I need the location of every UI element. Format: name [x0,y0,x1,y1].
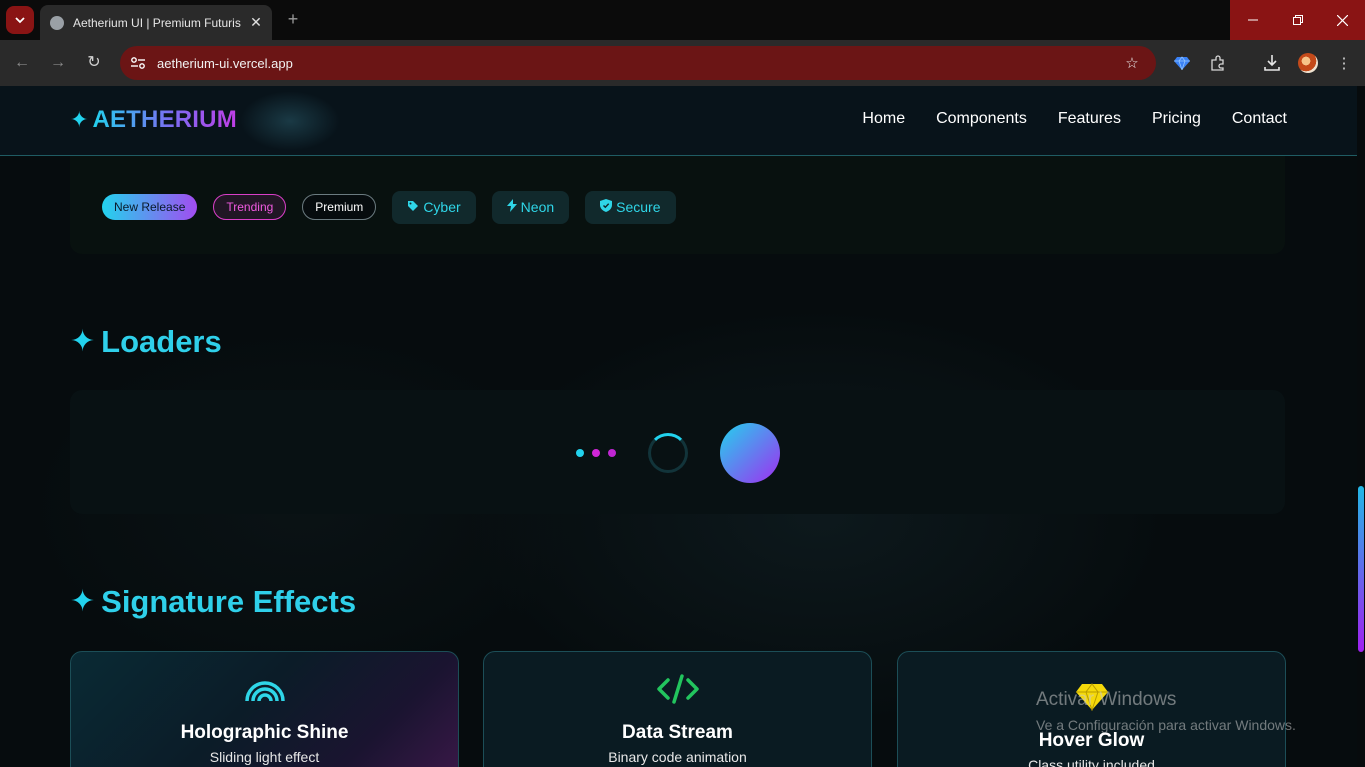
loader-dot [608,449,616,457]
loader-dot [592,449,600,457]
chip-cyber-label: Cyber [423,199,461,215]
spinner-loader [648,433,688,473]
card-title: Hover Glow [1038,730,1145,751]
tab-title: Aetherium UI | Premium Futuris [73,15,241,30]
badge-row: New Release Trending Premium Cyber Neon … [102,190,692,224]
download-icon[interactable] [1261,52,1283,74]
sparkle-icon: ✦ [70,585,96,618]
address-bar[interactable]: aetherium-ui.vercel.app ☆ [120,46,1156,80]
card-subtitle: Sliding light effect [209,749,320,765]
badge-new-release: New Release [102,194,198,220]
site-logo[interactable]: ✦ AETHERIUM [70,106,237,134]
extensions-icon[interactable] [1207,52,1229,74]
badge-premium: Premium [302,194,377,220]
bookmark-star-icon[interactable]: ☆ [1122,54,1142,72]
new-tab-icon[interactable]: + [283,9,303,29]
chip-secure: Secure [585,190,676,224]
chip-secure-label: Secure [616,199,661,215]
chip-neon-label: Neon [520,199,555,215]
profile-avatar[interactable] [1298,53,1318,73]
browser-tab-strip: Aetherium UI | Premium Futuris ✕ + [0,0,1365,40]
badge-trending: Trending [213,194,287,220]
nav-features[interactable]: Features [1058,110,1121,128]
shield-icon [600,199,613,215]
card-subtitle: Class utility included [1028,757,1155,767]
watermark-title: Activar Windows [1036,689,1177,710]
active-tab[interactable]: Aetherium UI | Premium Futuris ✕ [40,5,272,40]
web-page: ✦ AETHERIUM Home Components Features Pri… [0,86,1365,767]
globe-favicon-icon [50,15,64,30]
tab-search-button[interactable] [6,6,34,34]
card-data-stream[interactable]: Data Stream Binary code animation [483,651,872,767]
loaders-title: Loaders [101,324,222,359]
chip-neon: Neon [491,190,570,224]
site-navbar: ✦ AETHERIUM Home Components Features Pri… [0,86,1357,156]
back-icon[interactable]: ← [11,52,33,74]
chip-cyber: Cyber [392,190,476,224]
browser-toolbar: ← → ↻ aetherium-ui.vercel.app ☆ ⋮ [0,40,1365,86]
close-window-icon[interactable] [1320,0,1365,40]
minimize-icon[interactable] [1230,0,1275,40]
nav-pricing[interactable]: Pricing [1152,110,1201,128]
nav-links: Home Components Features Pricing Contact [862,110,1287,128]
more-menu-icon[interactable]: ⋮ [1333,52,1355,74]
restore-icon[interactable] [1275,0,1320,40]
scrollbar-thumb[interactable] [1358,486,1364,652]
loaders-heading: ✦ Loaders [70,324,222,360]
nav-home[interactable]: Home [862,110,905,128]
sparkle-icon: ✦ [70,325,96,358]
loader-dot [576,449,584,457]
card-title: Holographic Shine [180,722,349,743]
card-subtitle: Binary code animation [608,749,747,765]
close-tab-icon[interactable]: ✕ [248,14,264,31]
sparkle-icon: ✦ [70,107,89,132]
activate-windows-watermark: Activar Windows Ve a Configuración para … [1036,689,1296,733]
logo-text: AETHERIUM [92,106,237,133]
nav-contact[interactable]: Contact [1232,110,1287,128]
signature-effects-heading: ✦ Signature Effects [70,584,356,620]
watermark-subtitle: Ve a Configuración para activar Windows. [1036,717,1296,733]
gem-extension-icon[interactable] [1171,52,1193,74]
chevron-down-icon [15,17,25,24]
nav-components[interactable]: Components [936,110,1027,128]
forward-icon[interactable]: → [47,52,69,74]
logo-glow [240,91,340,151]
rainbow-arcs-icon [244,674,286,707]
site-settings-icon[interactable] [130,55,146,71]
code-brackets-icon [656,674,699,709]
card-holographic-shine[interactable]: Holographic Shine Sliding light effect [70,651,459,767]
window-controls [1230,0,1365,40]
gradient-orb-loader [720,423,780,483]
url-text: aetherium-ui.vercel.app [157,55,293,71]
page-scrollbar[interactable] [1357,86,1365,767]
card-title: Data Stream [622,722,733,743]
signature-effects-title: Signature Effects [101,584,357,619]
reload-icon[interactable]: ↻ [83,52,105,74]
bolt-icon [506,199,517,215]
tag-icon [407,200,419,215]
